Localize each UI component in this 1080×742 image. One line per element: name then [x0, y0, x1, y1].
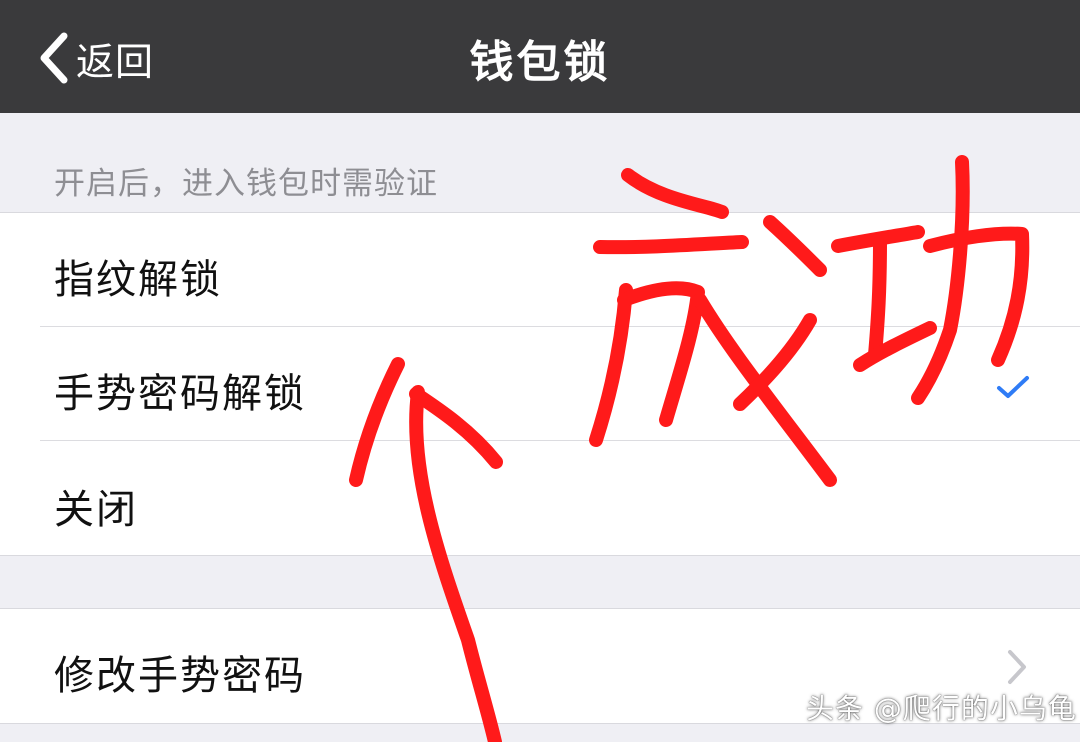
cheng-stroke-1 — [621, 168, 729, 219]
change-gesture-password-label: 修改手势密码 — [54, 653, 306, 699]
fingerprint-unlock-option[interactable]: 指纹解锁 — [0, 213, 1080, 326]
navigation-bar: 返回 钱包锁 — [0, 0, 1080, 113]
page-title: 钱包锁 — [469, 37, 611, 88]
checkmark-icon — [996, 375, 1030, 403]
watermark: 头条 @爬行的小乌龟 — [806, 692, 1077, 725]
gesture-unlock-option[interactable]: 手势密码解锁 — [0, 327, 1080, 440]
option-label: 手势密码解锁 — [54, 371, 306, 417]
chevron-right-icon — [1006, 649, 1028, 689]
section-header: 开启后，进入钱包时需验证 — [54, 166, 438, 202]
option-label: 指纹解锁 — [54, 257, 222, 303]
option-label: 关闭 — [54, 487, 138, 533]
off-option[interactable]: 关闭 — [0, 441, 1080, 555]
lock-options-group: 指纹解锁 手势密码解锁 关闭 — [0, 212, 1080, 556]
